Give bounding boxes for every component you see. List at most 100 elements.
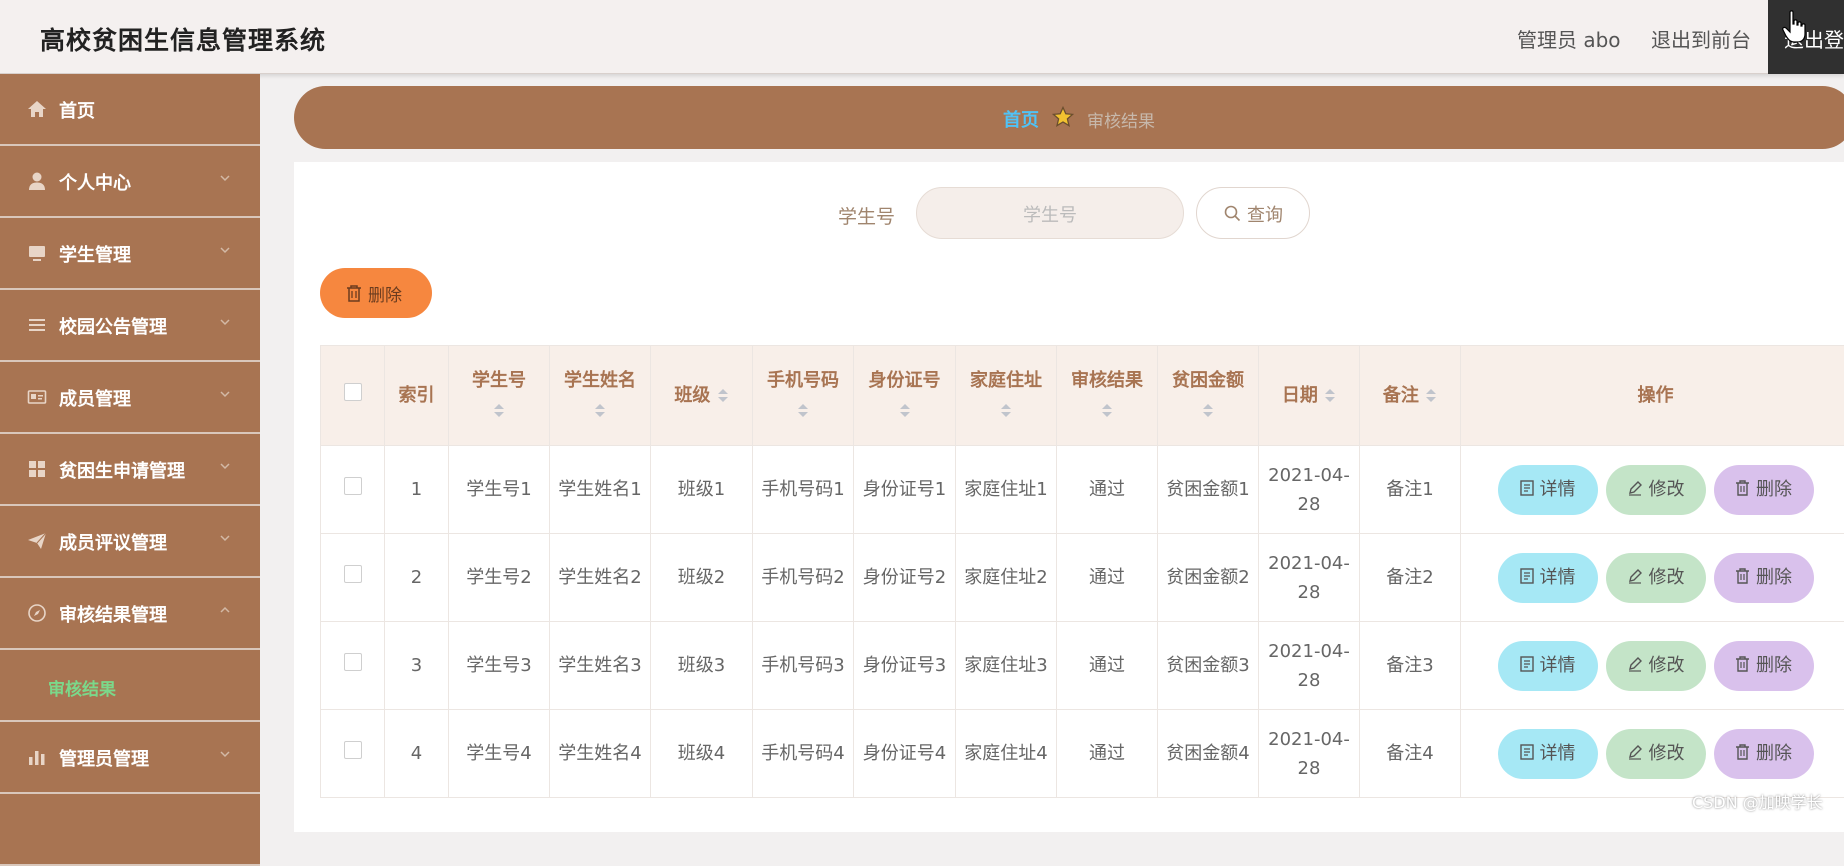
app-title: 高校贫困生信息管理系统: [40, 21, 326, 57]
cell-remark: 备注1: [1360, 446, 1461, 534]
select-all-checkbox[interactable]: [344, 383, 362, 401]
delete-button[interactable]: 删除: [1714, 553, 1814, 603]
cell-amount: 贫困金额2: [1158, 534, 1259, 622]
edit-icon: [1627, 744, 1643, 760]
breadcrumb-home-link[interactable]: 首页: [1003, 106, 1039, 132]
sidebar-item-label: 首页: [59, 97, 95, 123]
sort-icon[interactable]: [1425, 388, 1437, 404]
row-checkbox[interactable]: [344, 653, 362, 671]
trash-icon: [346, 285, 362, 302]
sidebar-item-home[interactable]: 首页: [0, 74, 260, 146]
column-header-student-no[interactable]: 学生号: [449, 346, 550, 446]
audit-result-table: 索引 学生号 学生姓名 班级 手机号码 身份证号 家庭住址 审核结果 贫困金额 …: [320, 345, 1844, 798]
column-header-date[interactable]: 日期: [1259, 346, 1360, 446]
cell-result: 通过: [1057, 622, 1158, 710]
column-header-id-no[interactable]: 身份证号: [854, 346, 956, 446]
edit-icon: [1627, 568, 1643, 584]
delete-button[interactable]: 删除: [1714, 641, 1814, 691]
column-header-amount[interactable]: 贫困金额: [1158, 346, 1259, 446]
document-icon: [1520, 568, 1534, 584]
chevron-down-icon: [219, 532, 231, 544]
detail-button[interactable]: 详情: [1498, 465, 1598, 515]
sidebar-subitem-audit-result[interactable]: 审核结果: [0, 650, 260, 722]
detail-button[interactable]: 详情: [1498, 641, 1598, 691]
cell-class: 班级3: [651, 622, 753, 710]
table-row: 4学生号4学生姓名4班级4手机号码4身份证号4家庭住址4通过贫困金额42021-…: [321, 710, 1844, 798]
chevron-down-icon: [219, 748, 231, 760]
sort-icon[interactable]: [1000, 403, 1012, 419]
cell-student-no: 学生号4: [449, 710, 550, 798]
list-icon: [27, 315, 47, 335]
sidebar-item-application-management[interactable]: 贫困生申请管理: [0, 434, 260, 506]
cell-phone: 手机号码3: [753, 622, 854, 710]
bulk-delete-label: 删除: [368, 281, 402, 306]
sort-icon[interactable]: [797, 403, 809, 419]
sidebar-item-label: 学生管理: [59, 241, 131, 267]
trash-icon: [1735, 568, 1750, 584]
cell-remark: 备注3: [1360, 622, 1461, 710]
sidebar-item-audit-result-management[interactable]: 审核结果管理: [0, 578, 260, 650]
sidebar-item-personal-center[interactable]: 个人中心: [0, 146, 260, 218]
detail-button[interactable]: 详情: [1498, 729, 1598, 779]
sidebar-item-label: 审核结果管理: [59, 601, 167, 627]
cell-address: 家庭住址1: [956, 446, 1057, 534]
column-header-address[interactable]: 家庭住址: [956, 346, 1057, 446]
row-checkbox[interactable]: [344, 477, 362, 495]
chevron-down-icon: [219, 388, 231, 400]
edit-button[interactable]: 修改: [1606, 465, 1706, 515]
cell-name: 学生姓名2: [550, 534, 651, 622]
column-header-name[interactable]: 学生姓名: [550, 346, 651, 446]
column-header-remark[interactable]: 备注: [1360, 346, 1461, 446]
cell-class: 班级4: [651, 710, 753, 798]
query-button-label: 查询: [1247, 201, 1283, 227]
trash-icon: [1735, 744, 1750, 760]
delete-button[interactable]: 删除: [1714, 465, 1814, 515]
cell-result: 通过: [1057, 710, 1158, 798]
cell-name: 学生姓名3: [550, 622, 651, 710]
cell-index: 4: [385, 710, 449, 798]
row-actions: 详情修改删除: [1461, 446, 1844, 534]
query-button[interactable]: 查询: [1196, 187, 1310, 239]
table-row: 3学生号3学生姓名3班级3手机号码3身份证号3家庭住址3通过贫困金额32021-…: [321, 622, 1844, 710]
row-checkbox[interactable]: [344, 565, 362, 583]
sort-icon[interactable]: [493, 403, 505, 419]
cell-phone: 手机号码4: [753, 710, 854, 798]
sidebar-item-label: 校园公告管理: [59, 313, 167, 339]
sidebar-item-member-management[interactable]: 成员管理: [0, 362, 260, 434]
column-header-class[interactable]: 班级: [651, 346, 753, 446]
bulk-delete-button[interactable]: 删除: [320, 268, 432, 318]
cell-student-no: 学生号1: [449, 446, 550, 534]
watermark: CSDN @加映学长: [1692, 789, 1823, 813]
student-no-search-input[interactable]: 学生号: [916, 187, 1184, 239]
sort-icon[interactable]: [1324, 388, 1336, 404]
sort-icon[interactable]: [1101, 403, 1113, 419]
sort-icon[interactable]: [717, 388, 729, 404]
sidebar-item-more[interactable]: [0, 794, 260, 866]
sort-icon[interactable]: [899, 403, 911, 419]
edit-button[interactable]: 修改: [1606, 641, 1706, 691]
cell-address: 家庭住址2: [956, 534, 1057, 622]
cell-index: 2: [385, 534, 449, 622]
detail-button[interactable]: 详情: [1498, 553, 1598, 603]
exit-to-front-link[interactable]: 退出到前台: [1651, 24, 1751, 53]
delete-button[interactable]: 删除: [1714, 729, 1814, 779]
trash-icon: [1735, 480, 1750, 496]
sort-icon[interactable]: [594, 403, 606, 419]
compass-icon: [27, 603, 47, 623]
edit-button[interactable]: 修改: [1606, 729, 1706, 779]
row-actions: 详情修改删除: [1461, 622, 1844, 710]
bar-chart-icon: [27, 747, 47, 767]
row-checkbox[interactable]: [344, 741, 362, 759]
column-header-result[interactable]: 审核结果: [1057, 346, 1158, 446]
sidebar-item-admin-management[interactable]: 管理员管理: [0, 722, 260, 794]
sidebar-item-review-management[interactable]: 成员评议管理: [0, 506, 260, 578]
cell-date: 2021-04-28: [1259, 446, 1360, 534]
edit-button[interactable]: 修改: [1606, 553, 1706, 603]
column-header-phone[interactable]: 手机号码: [753, 346, 854, 446]
table-header-row: 索引 学生号 学生姓名 班级 手机号码 身份证号 家庭住址 审核结果 贫困金额 …: [321, 346, 1844, 446]
sidebar-item-notice-management[interactable]: 校园公告管理: [0, 290, 260, 362]
select-all-cell: [321, 346, 385, 446]
logout-button[interactable]: 退出登录: [1768, 0, 1844, 74]
sort-icon[interactable]: [1202, 403, 1214, 419]
sidebar-item-student-management[interactable]: 学生管理: [0, 218, 260, 290]
